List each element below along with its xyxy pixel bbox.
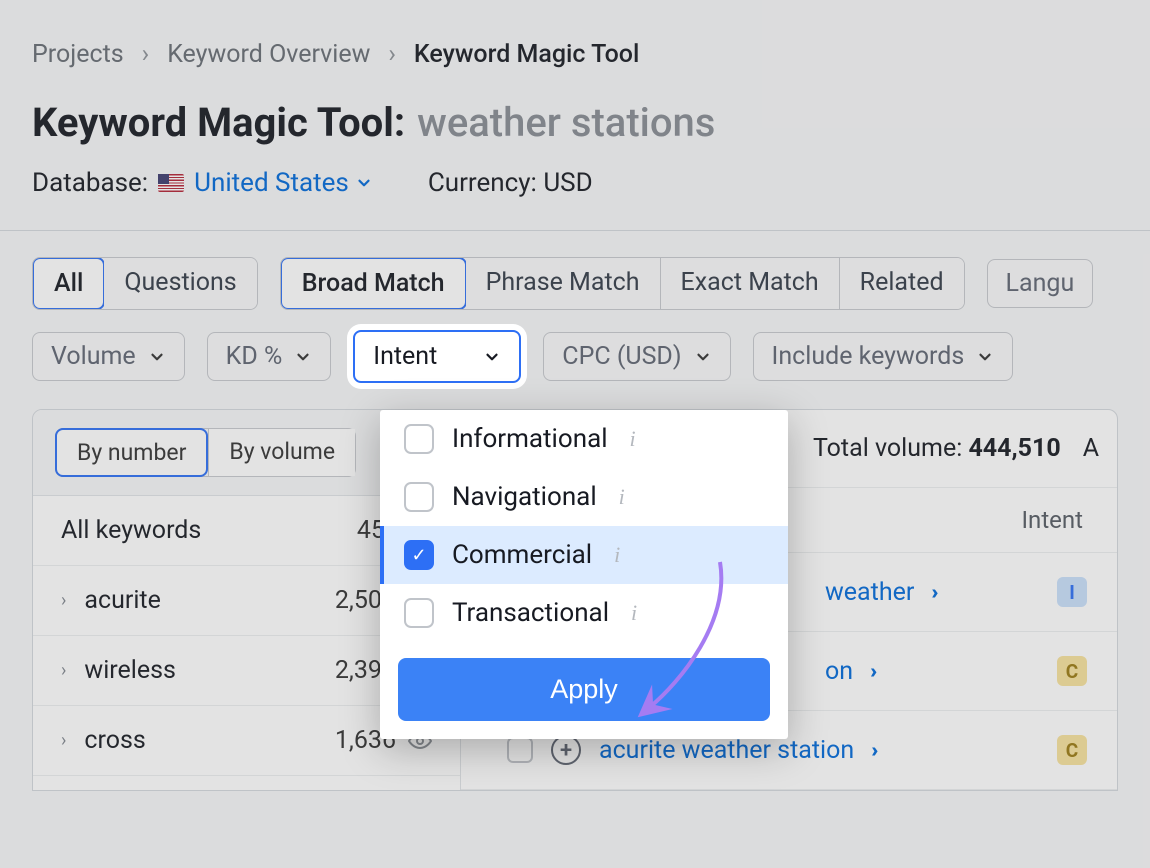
- intent-option-commercial[interactable]: ✓ Commercial i: [380, 526, 788, 584]
- chevron-down-icon: [294, 348, 312, 366]
- database-country[interactable]: United States: [194, 168, 373, 198]
- chevron-right-icon: ›: [388, 40, 396, 69]
- country-name: United States: [194, 168, 349, 198]
- chevron-down-icon: [355, 174, 373, 192]
- info-icon[interactable]: i: [631, 600, 637, 626]
- us-flag-icon: [158, 174, 184, 192]
- total-volume-value: 444,510: [968, 434, 1060, 463]
- all-keywords-label: All keywords: [61, 516, 201, 545]
- tab-questions[interactable]: Questions: [104, 258, 256, 309]
- column-intent[interactable]: Intent: [1022, 506, 1083, 534]
- chevron-down-icon: [148, 348, 166, 366]
- keyword-link[interactable]: weather: [825, 578, 914, 607]
- search-query: weather stations: [417, 99, 715, 146]
- tab-phrase-match[interactable]: Phrase Match: [466, 258, 661, 309]
- info-icon[interactable]: i: [619, 484, 625, 510]
- filter-intent-label: Intent: [373, 342, 437, 371]
- match-segmented: Broad Match Phrase Match Exact Match Rel…: [280, 257, 965, 310]
- intent-badge-commercial: C: [1057, 656, 1087, 686]
- option-label: Navigational: [452, 482, 597, 512]
- database-label: Database:: [32, 168, 148, 198]
- filter-cpc-label: CPC (USD): [562, 342, 681, 371]
- tab-exact-match[interactable]: Exact Match: [661, 258, 840, 309]
- filter-intent[interactable]: Intent: [353, 330, 521, 383]
- chevron-right-icon: ›: [142, 40, 150, 69]
- page-title: Keyword Magic Tool: weather stations: [32, 99, 1118, 146]
- intent-dropdown: Informational i Navigational i ✓ Commerc…: [380, 410, 788, 739]
- language-filter[interactable]: Langu: [987, 259, 1094, 308]
- filter-include-label: Include keywords: [772, 342, 965, 371]
- intent-option-transactional[interactable]: Transactional i: [380, 584, 788, 642]
- chevron-right-icon: ›: [61, 660, 66, 681]
- currency-label: Currency:: [428, 168, 537, 198]
- filter-volume[interactable]: Volume: [32, 332, 185, 381]
- chevron-down-icon: [483, 348, 501, 366]
- keyword-link[interactable]: acurite weather station: [599, 736, 854, 765]
- chevron-down-icon: [976, 348, 994, 366]
- option-label: Commercial: [452, 540, 592, 570]
- sort-by-volume[interactable]: By volume: [208, 429, 355, 476]
- chevron-right-icon: ›: [61, 590, 66, 611]
- breadcrumb-current: Keyword Magic Tool: [414, 40, 639, 69]
- intent-option-informational[interactable]: Informational i: [380, 410, 788, 468]
- filter-volume-label: Volume: [51, 342, 136, 371]
- sort-by-number[interactable]: By number: [55, 428, 208, 477]
- tab-broad-match[interactable]: Broad Match: [280, 257, 467, 310]
- add-keyword-icon[interactable]: +: [551, 735, 581, 765]
- tool-name: Keyword Magic Tool:: [32, 99, 405, 146]
- chevron-down-icon: [694, 348, 712, 366]
- info-icon[interactable]: i: [630, 426, 636, 452]
- breadcrumb: Projects › Keyword Overview › Keyword Ma…: [32, 40, 1118, 69]
- checkbox-checked[interactable]: ✓: [404, 540, 434, 570]
- group-label: cross: [84, 726, 145, 755]
- group-label: wireless: [84, 656, 176, 685]
- avg-label: A: [1083, 434, 1099, 463]
- sort-segmented: By number By volume: [55, 428, 356, 477]
- checkbox[interactable]: [404, 598, 434, 628]
- tab-related[interactable]: Related: [840, 258, 964, 309]
- type-segmented: All Questions: [32, 257, 258, 310]
- filter-kd[interactable]: KD %: [207, 332, 332, 381]
- chevron-right-icon: ›: [61, 730, 66, 751]
- filter-include-keywords[interactable]: Include keywords: [753, 332, 1014, 381]
- divider: [0, 230, 1150, 231]
- intent-option-navigational[interactable]: Navigational i: [380, 468, 788, 526]
- keyword-link[interactable]: on: [825, 657, 853, 686]
- checkbox[interactable]: [404, 482, 434, 512]
- apply-button[interactable]: Apply: [398, 658, 770, 721]
- info-icon[interactable]: i: [614, 542, 620, 568]
- option-label: Informational: [452, 424, 608, 454]
- checkbox[interactable]: [404, 424, 434, 454]
- breadcrumb-projects[interactable]: Projects: [32, 40, 124, 69]
- intent-badge-informational: I: [1057, 577, 1087, 607]
- total-volume-label: Total volume:: [813, 434, 962, 463]
- row-checkbox[interactable]: [507, 737, 533, 763]
- breadcrumb-keyword-overview[interactable]: Keyword Overview: [167, 40, 370, 69]
- filter-kd-label: KD %: [226, 342, 283, 371]
- option-label: Transactional: [452, 598, 609, 628]
- currency-value: USD: [543, 168, 592, 198]
- tab-all[interactable]: All: [32, 257, 105, 310]
- intent-badge-commercial: C: [1057, 735, 1087, 765]
- filter-cpc[interactable]: CPC (USD): [543, 332, 730, 381]
- group-label: acurite: [84, 586, 160, 615]
- meta-row: Database: United States Currency: USD: [32, 168, 1118, 198]
